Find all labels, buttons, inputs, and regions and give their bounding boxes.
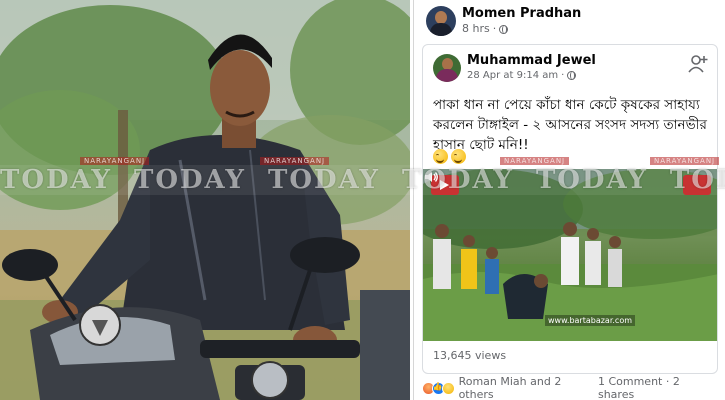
watermark-tag: NARAYANGANJ — [650, 157, 720, 165]
globe-icon — [499, 24, 509, 34]
emoji-row — [433, 149, 466, 164]
post-header: Momen Pradhan 8 hrs · — [426, 6, 581, 36]
add-friend-icon[interactable] — [687, 53, 709, 75]
photo-scene — [0, 0, 410, 400]
video-source-url: www.bartabazar.com — [545, 315, 636, 326]
dot-separator: · — [561, 70, 565, 81]
post-time[interactable]: 8 hrs — [462, 22, 490, 36]
author-avatar[interactable] — [426, 6, 456, 36]
shared-post-header: Muhammad Jewel 28 Apr at 9:14 am · — [433, 53, 596, 82]
video-player[interactable]: www.bartabazar.com — [423, 169, 717, 341]
watermark-tag: NARAYANGANJ — [260, 157, 330, 165]
watermark-tag: NARAYANGANJ — [500, 157, 570, 165]
dot-separator: · — [492, 22, 497, 35]
channel-logo-icon — [683, 175, 711, 195]
shared-post-time[interactable]: 28 Apr at 9:14 am — [467, 69, 558, 82]
shared-post-card[interactable]: Muhammad Jewel 28 Apr at 9:14 am · পাকা … — [422, 44, 718, 374]
grinning-face-icon — [433, 149, 448, 164]
dot-separator: · — [665, 375, 673, 388]
engagement-counts: 1 Comment · 2 shares — [598, 375, 718, 400]
volume-icon[interactable] — [423, 169, 439, 185]
reaction-names[interactable]: Roman Miah and 2 others — [459, 375, 598, 400]
watermark-tag: NARAYANGANJ — [80, 157, 150, 165]
shared-author-avatar[interactable] — [433, 53, 461, 82]
shared-author-name[interactable]: Muhammad Jewel — [467, 53, 596, 69]
profile-photo — [0, 0, 410, 400]
comment-count[interactable]: 1 Comment — [598, 375, 662, 388]
globe-icon — [567, 71, 577, 80]
reaction-summary[interactable]: Roman Miah and 2 others — [422, 375, 598, 400]
grinning-face-icon — [451, 149, 466, 164]
facebook-post: Momen Pradhan 8 hrs · Muhammad Jewel 28 … — [413, 0, 725, 400]
post-text: পাকা ধান না পেয়ে কাঁচা ধান কেটে কৃষকের … — [433, 97, 707, 153]
post-footer: Roman Miah and 2 others 1 Comment · 2 sh… — [422, 375, 718, 400]
author-name[interactable]: Momen Pradhan — [462, 6, 581, 22]
view-count: 13,645 views — [433, 349, 507, 362]
wow-reaction-icon — [441, 381, 455, 395]
